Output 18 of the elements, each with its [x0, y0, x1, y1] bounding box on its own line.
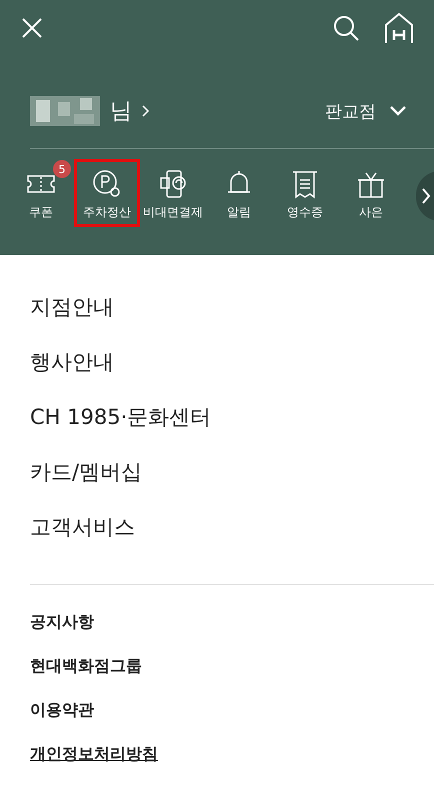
store-selector[interactable]: 판교점 [325, 100, 406, 122]
footer-link[interactable]: 현대백화점그룹 [30, 651, 434, 695]
footer-link[interactable]: 개인정보처리방침 [30, 739, 434, 783]
menu-item[interactable]: 카드/멤버십 [30, 450, 434, 505]
count-badge: 5 [53, 160, 71, 178]
footer-link[interactable]: 공지사항 [30, 607, 434, 651]
menu-item[interactable]: 행사안내 [30, 340, 434, 395]
user-name-link[interactable]: 님 [30, 96, 150, 126]
menu-item[interactable]: CH 1985·문화센터 [30, 395, 434, 450]
footer-link[interactable]: 이용약관 [30, 695, 434, 739]
quick-menu-item[interactable]: 비대면결제 [140, 159, 206, 227]
menu-item[interactable]: 지점안내 [30, 285, 434, 340]
quick-menu-item[interactable]: 알림 [206, 159, 272, 227]
menu-item[interactable]: 고객서비스 [30, 505, 434, 560]
quick-menu-item[interactable]: 사은 [338, 159, 404, 227]
quick-menu-item[interactable]: 주차정산 [74, 159, 140, 227]
quick-menu-item[interactable]: 영수증 [272, 159, 338, 227]
quick-menu-item[interactable]: 쿠폰 5 [8, 159, 74, 227]
